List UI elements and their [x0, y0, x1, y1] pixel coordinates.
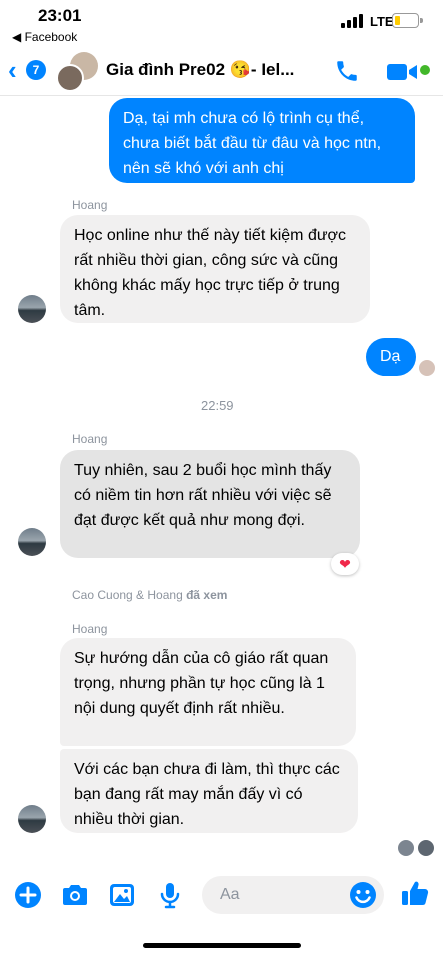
- seen-names: Cao Cuong & Hoang: [72, 588, 183, 602]
- seen-label: đã xem: [186, 588, 228, 602]
- network-label: LTE: [370, 14, 394, 29]
- plus-icon[interactable]: [13, 880, 43, 910]
- signal-icon: [341, 14, 365, 28]
- message-bubble-outgoing[interactable]: Dạ: [366, 338, 416, 376]
- seen-avatar: [419, 360, 435, 376]
- sender-avatar[interactable]: [18, 805, 46, 833]
- back-to-app-link[interactable]: ◀ Facebook: [12, 30, 77, 44]
- seen-avatar: [398, 840, 414, 856]
- heart-reaction[interactable]: ❤: [331, 553, 359, 575]
- sender-name: Hoang: [72, 198, 108, 212]
- online-indicator: [420, 65, 430, 75]
- emoji-icon[interactable]: [348, 880, 378, 910]
- unread-count-badge[interactable]: 7: [26, 60, 46, 80]
- phone-icon[interactable]: [334, 58, 360, 84]
- microphone-icon[interactable]: [155, 880, 185, 910]
- sender-avatar[interactable]: [18, 528, 46, 556]
- video-icon[interactable]: [386, 60, 418, 84]
- group-avatar[interactable]: [56, 52, 98, 92]
- sender-name: Hoang: [72, 432, 108, 446]
- message-input-placeholder: Aa: [220, 886, 240, 903]
- camera-icon[interactable]: [60, 880, 90, 910]
- message-bubble-incoming[interactable]: Tuy nhiên, sau 2 buổi học mình thấy có n…: [60, 450, 360, 558]
- sender-name: Hoang: [72, 622, 108, 636]
- message-bubble-incoming[interactable]: Sự hướng dẫn của cô giáo rất quan trọng,…: [60, 638, 356, 746]
- message-bubble-outgoing[interactable]: Dạ, tại mh chưa có lộ trình cụ thể, chưa…: [109, 98, 415, 183]
- battery-icon: [392, 13, 423, 28]
- seen-avatar: [418, 840, 434, 856]
- sender-avatar[interactable]: [18, 295, 46, 323]
- thumbs-up-icon[interactable]: [400, 878, 430, 908]
- image-icon[interactable]: [107, 880, 137, 910]
- message-bubble-incoming[interactable]: Học online như thế này tiết kiệm được rấ…: [60, 215, 370, 323]
- back-chevron-icon[interactable]: ‹: [8, 57, 17, 83]
- timestamp: 22:59: [201, 398, 234, 413]
- header-divider: [0, 95, 443, 96]
- status-time: 23:01: [38, 6, 82, 25]
- conversation-title[interactable]: Gia đình Pre02 😘- Iel...: [106, 60, 294, 80]
- message-bubble-incoming[interactable]: Với các bạn chưa đi làm, thì thực các bạ…: [60, 749, 358, 833]
- home-indicator: [143, 943, 301, 948]
- seen-receipt: Cao Cuong & Hoang đã xem: [72, 588, 227, 602]
